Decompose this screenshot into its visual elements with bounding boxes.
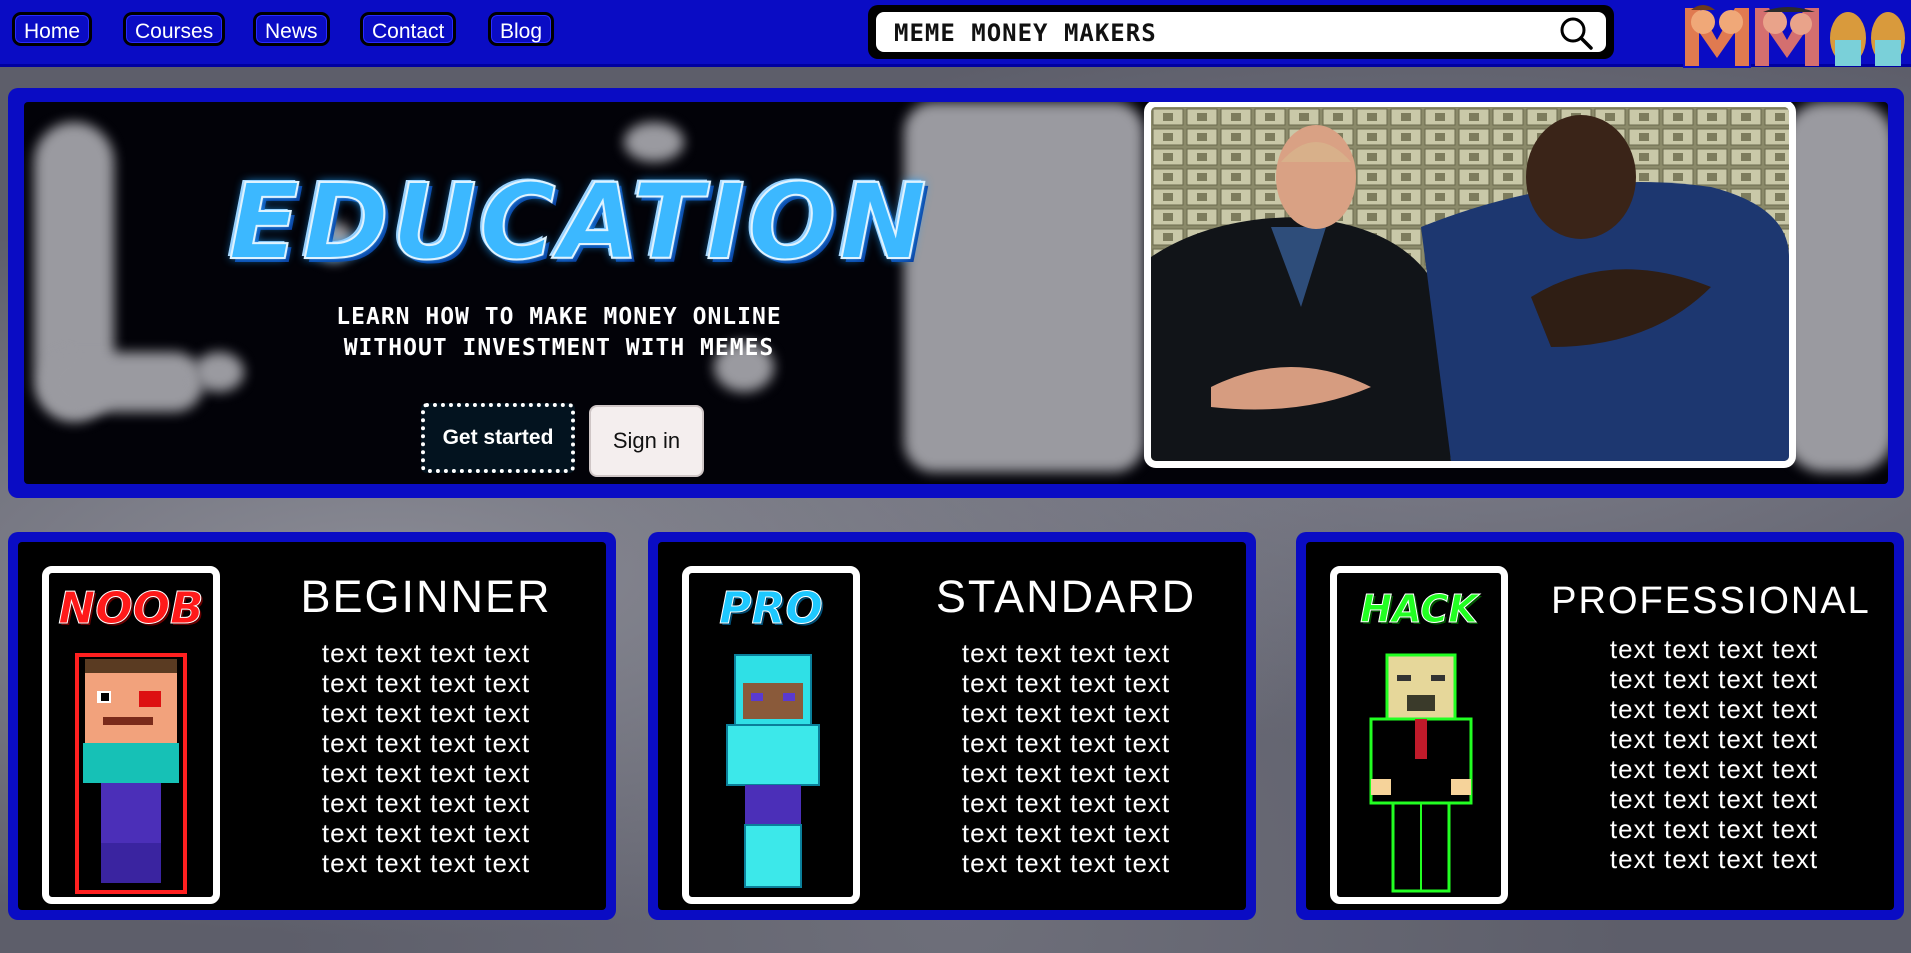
badge-hack: HACK bbox=[1360, 587, 1478, 632]
card-image-frame: NOOB bbox=[42, 566, 220, 904]
body-line: text text text text bbox=[1609, 754, 1819, 784]
nav-link-home[interactable]: Home bbox=[12, 12, 93, 46]
body-line: text text text text bbox=[321, 638, 531, 668]
body-line: text text text text bbox=[1609, 724, 1819, 754]
nav-link-blog[interactable]: Blog bbox=[488, 12, 555, 46]
body-line: text text text text bbox=[321, 728, 531, 758]
noob-character-icon bbox=[75, 653, 187, 894]
body-line: text text text text bbox=[321, 668, 531, 698]
bg-blob bbox=[624, 122, 684, 162]
body-line: text text text text bbox=[321, 758, 531, 788]
card-title-standard: STANDARD bbox=[935, 571, 1197, 622]
body-line: text text text text bbox=[961, 668, 1171, 698]
card-body-standard: text text text text text text text text … bbox=[898, 638, 1234, 878]
hero-meme-image bbox=[1144, 102, 1796, 468]
body-line: text text text text bbox=[1609, 844, 1819, 874]
card-title-beginner: BEGINNER bbox=[300, 571, 552, 622]
search-input[interactable] bbox=[892, 17, 1536, 49]
card-standard: PRO STANDARD text text text text text te… bbox=[648, 532, 1256, 920]
card-panel: PRO STANDARD text text text text text te… bbox=[658, 542, 1246, 910]
card-panel: NOOB BEGINNER text text text text text t… bbox=[18, 542, 606, 910]
hacker-character-icon bbox=[1369, 653, 1473, 893]
body-line: text text text text bbox=[961, 638, 1171, 668]
body-line: text text text text bbox=[961, 698, 1171, 728]
pro-character-icon bbox=[726, 654, 820, 888]
card-panel: HACK PROFESSIONAL text text text text te… bbox=[1306, 542, 1894, 910]
bg-blob bbox=[194, 352, 244, 392]
body-line: text text text text bbox=[961, 848, 1171, 878]
body-line: text text text text bbox=[321, 698, 531, 728]
search-icon[interactable] bbox=[1558, 15, 1594, 51]
money-bed-meme-picture bbox=[1151, 107, 1789, 461]
card-image-frame: PRO bbox=[682, 566, 860, 904]
sign-in-button[interactable]: Sign in bbox=[589, 405, 704, 477]
site-logo[interactable] bbox=[1683, 0, 1908, 70]
body-line: text text text text bbox=[321, 818, 531, 848]
nav-link-courses[interactable]: Courses bbox=[123, 12, 226, 46]
nav-link-news[interactable]: News bbox=[253, 12, 330, 46]
body-line: text text text text bbox=[1609, 814, 1819, 844]
top-navbar: Home Courses News Contact Blog bbox=[0, 0, 1911, 70]
search-field-wrapper bbox=[876, 12, 1606, 52]
card-beginner: NOOB BEGINNER text text text text text t… bbox=[8, 532, 616, 920]
tagline-line-1: LEARN HOW TO MAKE MONEY ONLINE bbox=[336, 304, 782, 330]
hero-tagline: LEARN HOW TO MAKE MONEY ONLINE WITHOUT I… bbox=[279, 302, 839, 364]
body-line: text text text text bbox=[1609, 664, 1819, 694]
card-title-professional: PROFESSIONAL bbox=[1551, 580, 1871, 622]
body-line: text text text text bbox=[1609, 694, 1819, 724]
body-line: text text text text bbox=[1609, 634, 1819, 664]
card-body-beginner: text text text text text text text text … bbox=[258, 638, 594, 878]
card-image-frame: HACK bbox=[1330, 566, 1508, 904]
bg-blob bbox=[904, 102, 1144, 472]
hero-section: EDUCATION LEARN HOW TO MAKE MONEY ONLINE… bbox=[8, 88, 1904, 498]
badge-pro: PRO bbox=[719, 583, 824, 635]
body-line: text text text text bbox=[321, 788, 531, 818]
search-bar bbox=[868, 5, 1614, 59]
hero-title: EDUCATION bbox=[228, 161, 930, 283]
card-professional: HACK PROFESSIONAL text text text text te… bbox=[1296, 532, 1904, 920]
bg-blob bbox=[1784, 102, 1888, 472]
body-line: text text text text bbox=[961, 788, 1171, 818]
card-body-professional: text text text text text text text text … bbox=[1546, 634, 1882, 874]
body-line: text text text text bbox=[1609, 784, 1819, 814]
badge-noob: NOOB bbox=[58, 583, 204, 635]
body-line: text text text text bbox=[961, 728, 1171, 758]
tagline-line-2: WITHOUT INVESTMENT WITH MEMES bbox=[343, 335, 775, 361]
get-started-button[interactable]: Get started bbox=[421, 403, 575, 473]
hero-panel: EDUCATION LEARN HOW TO MAKE MONEY ONLINE… bbox=[24, 102, 1888, 484]
body-line: text text text text bbox=[961, 818, 1171, 848]
nav-link-contact[interactable]: Contact bbox=[360, 12, 457, 46]
bg-blob bbox=[44, 352, 204, 412]
body-line: text text text text bbox=[321, 848, 531, 878]
body-line: text text text text bbox=[961, 758, 1171, 788]
